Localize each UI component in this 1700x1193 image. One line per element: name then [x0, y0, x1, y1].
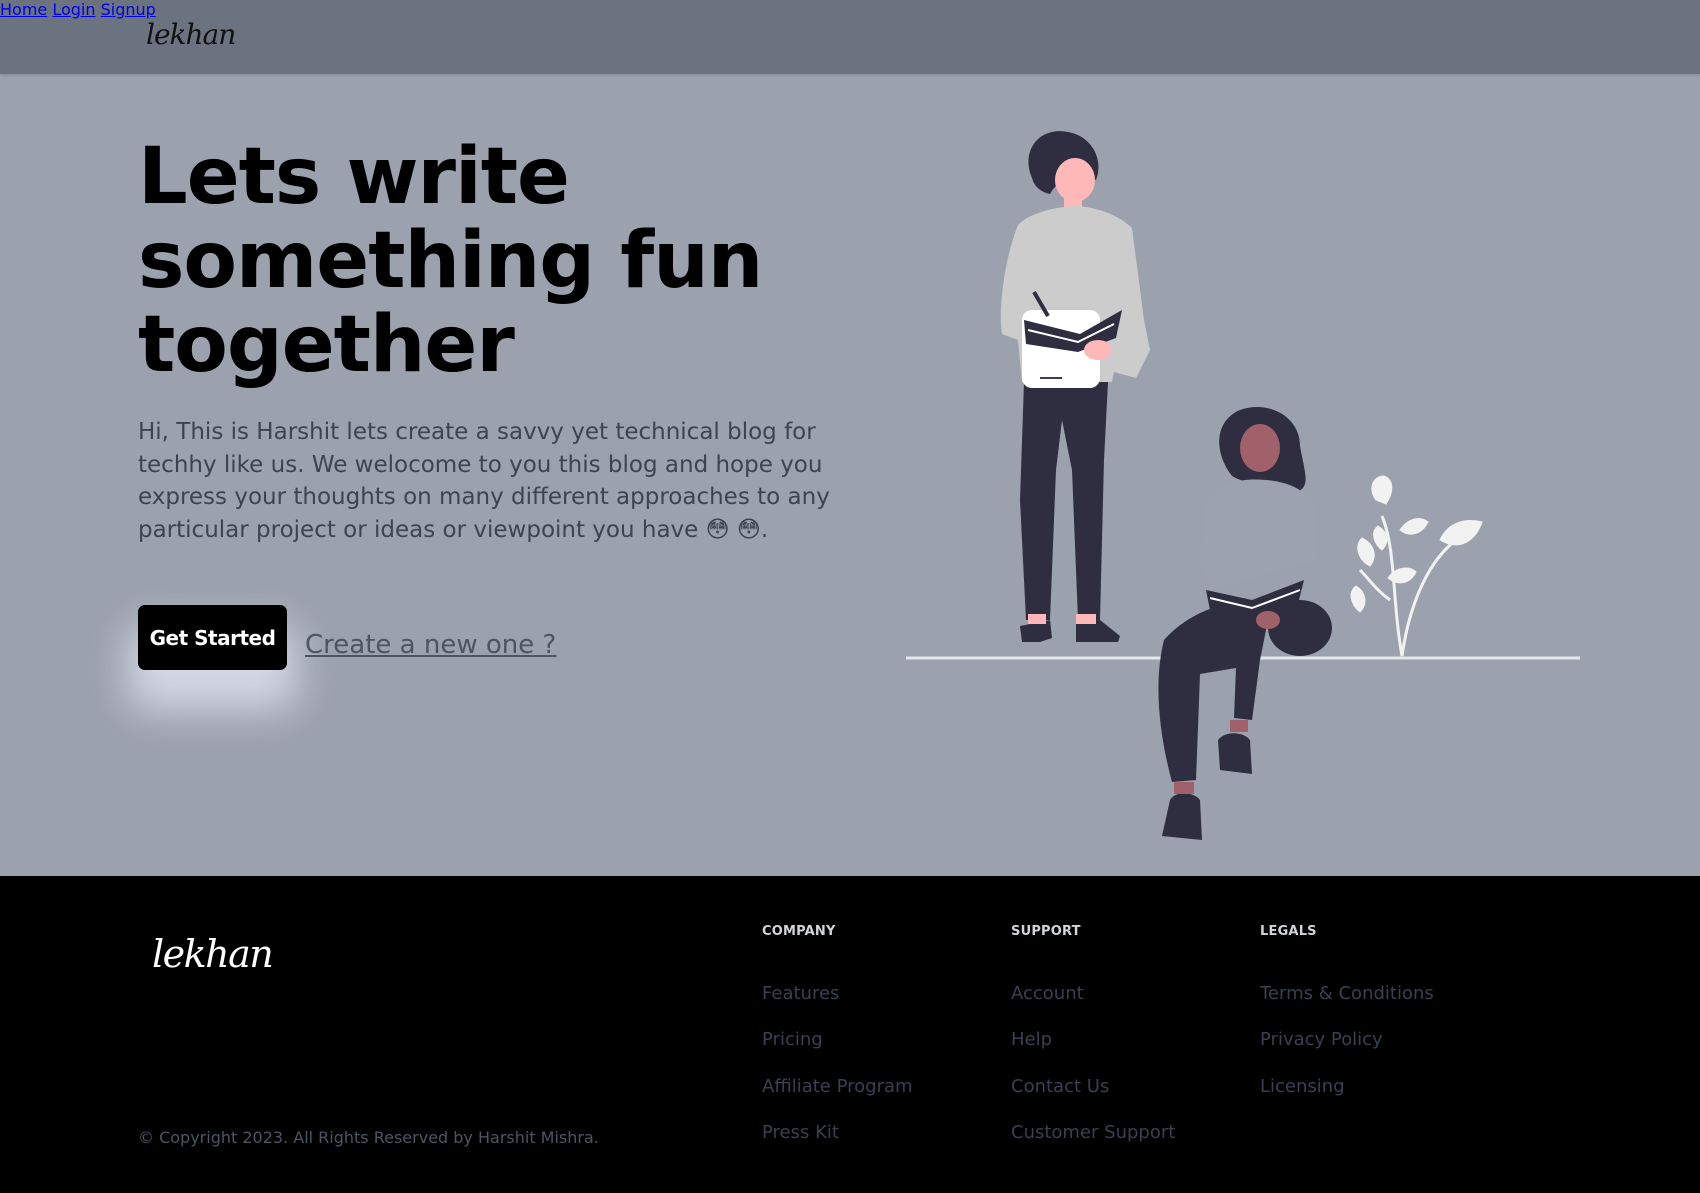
- copyright-text: © Copyright 2023. All Rights Reserved by…: [138, 1128, 599, 1147]
- footer-link-help[interactable]: Help: [1011, 1029, 1175, 1075]
- footer-column-heading: LEGALS: [1260, 924, 1317, 939]
- nav-home-link[interactable]: Home: [0, 0, 47, 19]
- footer-link-features[interactable]: Features: [762, 983, 913, 1029]
- footer-link-affiliate-program[interactable]: Affiliate Program: [762, 1076, 913, 1122]
- standing-man-figure: [1000, 131, 1150, 642]
- footer-column-company: COMPANY Features Pricing Affiliate Progr…: [762, 924, 913, 1168]
- plant-decoration: [1350, 475, 1483, 657]
- nav-login-link[interactable]: Login: [52, 0, 95, 19]
- nav-signup-link[interactable]: Signup: [101, 0, 156, 19]
- footer-link-customer-support[interactable]: Customer Support: [1011, 1122, 1175, 1168]
- footer-link-terms[interactable]: Terms & Conditions: [1260, 983, 1434, 1029]
- top-navbar: lekhan Home Login Signup: [0, 0, 1700, 74]
- hero-title: Lets write something fun together: [138, 132, 763, 390]
- footer-link-contact-us[interactable]: Contact Us: [1011, 1076, 1175, 1122]
- footer-column-heading: SUPPORT: [1011, 924, 1081, 939]
- footer-link-press-kit[interactable]: Press Kit: [762, 1122, 913, 1168]
- footer-link-account[interactable]: Account: [1011, 983, 1175, 1029]
- footer-column-legals: LEGALS Terms & Conditions Privacy Policy…: [1260, 924, 1434, 1122]
- footer-link-licensing[interactable]: Licensing: [1260, 1076, 1434, 1122]
- footer-column-heading: COMPANY: [762, 924, 836, 939]
- footer-link-pricing[interactable]: Pricing: [762, 1029, 913, 1075]
- hero-description: Hi, This is Harshit lets create a savvy …: [138, 419, 830, 543]
- footer-link-privacy-policy[interactable]: Privacy Policy: [1260, 1029, 1434, 1075]
- site-footer: lekhan © Copyright 2023. All Rights Rese…: [0, 876, 1700, 1193]
- create-new-link[interactable]: Create a new one ?: [305, 630, 556, 660]
- footer-brand-logo[interactable]: lekhan: [152, 932, 274, 976]
- people-reading-illustration: [906, 131, 1580, 840]
- get-started-button[interactable]: Get Started: [138, 605, 287, 670]
- footer-column-support: SUPPORT Account Help Contact Us Customer…: [1011, 924, 1175, 1168]
- brand-logo[interactable]: lekhan: [146, 18, 236, 51]
- sitting-woman-figure: [1158, 407, 1332, 840]
